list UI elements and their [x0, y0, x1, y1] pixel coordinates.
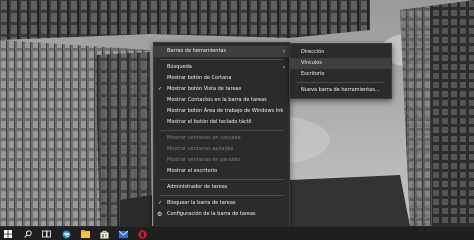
checkmark-icon: ✓ — [158, 200, 163, 206]
menu-item-label: Vínculos — [301, 60, 322, 66]
menu-item-cascade-windows: Mostrar ventanas en cascada — [154, 133, 289, 144]
menu-separator — [160, 130, 283, 131]
menu-item-label: Mostrar botón Vista de tareas — [167, 86, 242, 92]
opera-icon[interactable] — [137, 229, 147, 239]
menu-item-label: Mostrar Contactos en la barra de tareas — [167, 97, 267, 103]
store-icon[interactable] — [99, 229, 109, 239]
menu-item-show-contacts[interactable]: Mostrar Contactos en la barra de tareas — [154, 95, 289, 106]
toolbars-submenu: Dirección Vínculos Escritorio Nueva barr… — [289, 43, 392, 99]
submenu-item-links[interactable]: Vínculos — [290, 58, 391, 69]
submenu-item-address[interactable]: Dirección — [290, 47, 391, 58]
gear-icon: ⚙ — [157, 211, 163, 218]
menu-separator — [296, 82, 385, 83]
menu-item-task-manager[interactable]: Administrador de tareas — [154, 182, 289, 193]
menu-item-show-task-view[interactable]: ✓ Mostrar botón Vista de tareas — [154, 84, 289, 95]
menu-item-label: Dirección — [301, 49, 325, 55]
menu-item-show-windows-ink[interactable]: Mostrar botón Área de trabajo de Windows… — [154, 106, 289, 117]
menu-item-label: Nueva barra de herramientas... — [301, 87, 380, 93]
taskbar[interactable] — [0, 226, 474, 240]
menu-item-label: Mostrar ventanas apiladas — [167, 146, 234, 152]
file-explorer-icon[interactable] — [80, 229, 90, 239]
menu-item-taskbar-settings[interactable]: ⚙ Configuración de la barra de tareas — [154, 209, 289, 220]
menu-item-label: Mostrar ventanas en cascada — [167, 135, 241, 141]
menu-item-label: Barras de herramientas — [167, 48, 227, 54]
menu-item-lock-taskbar[interactable]: ✓ Bloquear la barra de tareas — [154, 198, 289, 209]
mail-icon[interactable] — [118, 229, 128, 239]
menu-item-side-by-side-windows: Mostrar ventanas en paralelo — [154, 155, 289, 166]
windows-start-icon[interactable] — [3, 229, 13, 239]
menu-item-label: Mostrar el escritorio — [167, 168, 218, 174]
menu-item-search[interactable]: Búsqueda › — [154, 62, 289, 73]
menu-item-label: Configuración de la barra de tareas — [167, 211, 256, 217]
menu-separator — [160, 179, 283, 180]
menu-item-show-desktop[interactable]: Mostrar el escritorio — [154, 166, 289, 177]
menu-item-label: Mostrar el botón del teclado táctil — [167, 119, 252, 125]
chevron-right-icon: › — [282, 64, 285, 71]
menu-item-toolbars[interactable]: Barras de herramientas › — [154, 46, 289, 57]
edge-icon[interactable] — [61, 229, 71, 239]
menu-separator — [160, 195, 283, 196]
menu-item-label: Administrador de tareas — [167, 184, 228, 190]
menu-item-label: Bloquear la barra de tareas — [167, 200, 236, 206]
menu-item-show-touch-keyboard[interactable]: Mostrar el botón del teclado táctil — [154, 117, 289, 128]
menu-separator — [160, 59, 283, 60]
taskbar-context-menu: Barras de herramientas › Búsqueda › Most… — [153, 42, 290, 232]
menu-item-label: Mostrar botón Área de trabajo de Windows… — [167, 108, 284, 114]
search-icon[interactable] — [23, 229, 33, 239]
submenu-item-desktop[interactable]: Escritorio — [290, 69, 391, 80]
menu-item-label: Escritorio — [301, 71, 325, 77]
menu-item-label: Búsqueda — [167, 64, 192, 70]
checkmark-icon: ✓ — [158, 86, 163, 92]
chevron-right-icon: › — [282, 48, 285, 55]
task-view-icon[interactable] — [41, 229, 51, 239]
menu-item-stack-windows: Mostrar ventanas apiladas — [154, 144, 289, 155]
menu-item-label: Mostrar ventanas en paralelo — [167, 157, 241, 163]
menu-item-show-cortana[interactable]: Mostrar botón de Cortana — [154, 73, 289, 84]
menu-item-label: Mostrar botón de Cortana — [167, 75, 232, 81]
submenu-item-new-toolbar[interactable]: Nueva barra de herramientas... — [290, 85, 391, 96]
